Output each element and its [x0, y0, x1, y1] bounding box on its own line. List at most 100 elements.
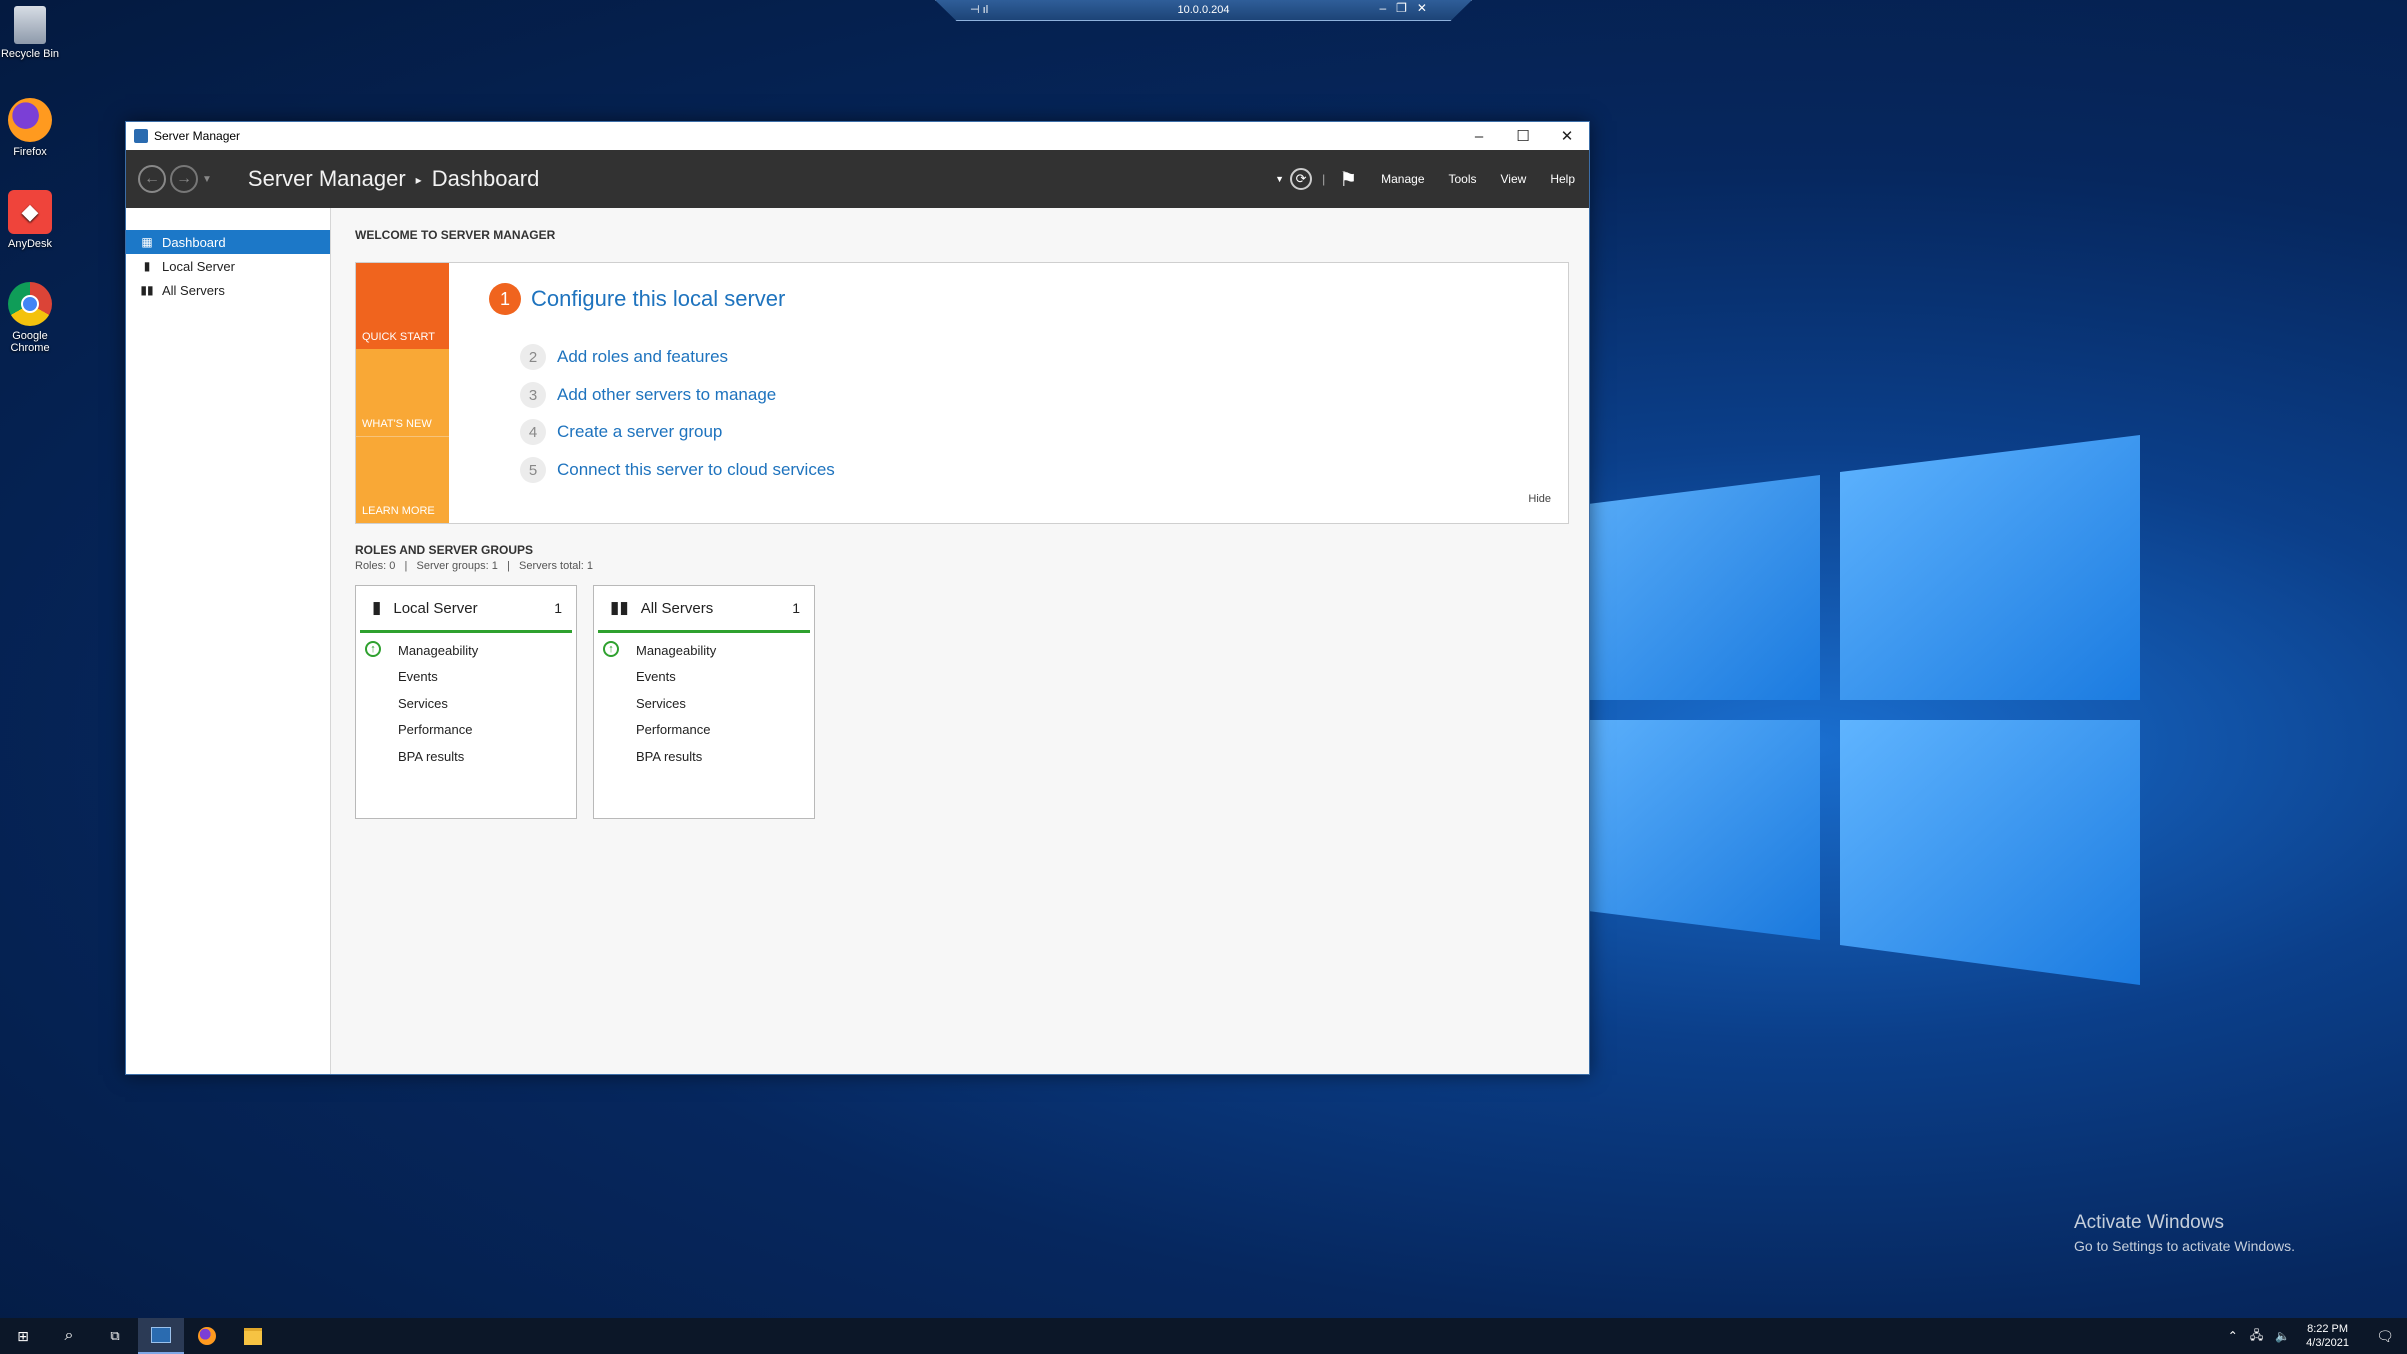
minimize-button[interactable]: –: [1457, 122, 1501, 150]
card-row-events[interactable]: Events: [594, 664, 814, 691]
card-row-label: Performance: [636, 722, 711, 738]
sidebar-item-all-servers[interactable]: ▮▮ All Servers: [126, 278, 330, 302]
watermark-line1: Activate Windows: [2074, 1212, 2224, 1233]
step-configure-local-server[interactable]: 1 Configure this local server: [489, 283, 785, 315]
menu-view[interactable]: View: [1501, 172, 1527, 186]
chevron-up-icon[interactable]: ⌃: [2228, 1329, 2238, 1343]
card-row-label: BPA results: [636, 748, 703, 764]
sidebar-item-label: All Servers: [162, 282, 225, 298]
servers-icon: ▮▮: [140, 283, 154, 297]
desktop-icon-firefox[interactable]: Firefox: [0, 98, 60, 158]
step-label[interactable]: Connect this server to cloud services: [557, 460, 835, 480]
sidebar-item-label: Dashboard: [162, 234, 226, 250]
desktop-icon-label: Firefox: [13, 146, 47, 158]
breadcrumb-separator-icon: ▸: [415, 173, 422, 188]
card-row-label: Performance: [398, 722, 473, 738]
task-view-button[interactable]: ⧉: [92, 1318, 138, 1354]
volume-muted-icon[interactable]: 🔈: [2275, 1329, 2290, 1343]
taskbar-server-manager[interactable]: [138, 1318, 184, 1354]
start-button[interactable]: ⊞: [0, 1318, 46, 1354]
step-connect-cloud[interactable]: 5 Connect this server to cloud services: [520, 457, 835, 483]
desktop-icon-recycle-bin[interactable]: Recycle Bin: [0, 6, 60, 60]
server-icon: ▮: [372, 598, 382, 617]
step-number: 4: [520, 419, 546, 445]
taskbar: ⊞ ⌕ ⧉ ⌃ 🖧 🔈 8:22 PM 4/3/2021 🗨: [0, 1318, 2407, 1354]
step-label[interactable]: Add other servers to manage: [557, 385, 776, 405]
step-add-roles[interactable]: 2 Add roles and features: [520, 344, 728, 370]
card-row-performance[interactable]: Performance: [356, 717, 576, 744]
clock-time: 8:22 PM: [2307, 1323, 2349, 1335]
back-arrow-icon[interactable]: ←: [138, 165, 166, 193]
forward-arrow-icon[interactable]: →: [170, 165, 198, 193]
notifications-flag-icon[interactable]: ⚑: [1339, 167, 1357, 192]
card-row-events[interactable]: Events: [356, 664, 576, 691]
quick-start-panel: QUICK START WHAT'S NEW LEARN MORE 1 Conf…: [355, 262, 1569, 524]
card-title: Local Server: [393, 599, 478, 617]
sidebar-item-local-server[interactable]: ▮ Local Server: [126, 254, 330, 278]
card-row-label: Events: [636, 669, 676, 685]
step-label[interactable]: Create a server group: [557, 422, 722, 442]
breadcrumb: Server Manager ▸ Dashboard: [248, 166, 539, 192]
step-add-servers[interactable]: 3 Add other servers to manage: [520, 382, 776, 408]
network-icon[interactable]: 🖧: [2250, 1326, 2263, 1347]
desktop-icon-anydesk[interactable]: ◆ AnyDesk: [0, 190, 60, 250]
step-create-server-group[interactable]: 4 Create a server group: [520, 419, 722, 445]
sidebar-item-dashboard[interactable]: ▦ Dashboard: [126, 230, 330, 254]
card-header[interactable]: ▮▮ All Servers 1: [598, 586, 810, 633]
tile-quick-start[interactable]: QUICK START: [356, 263, 449, 349]
card-header[interactable]: ▮ Local Server 1: [360, 586, 572, 633]
refresh-icon[interactable]: ⟳: [1290, 168, 1313, 190]
rdp-host-label: 10.0.0.204: [1177, 4, 1230, 16]
card-row-services[interactable]: Services: [356, 690, 576, 717]
pin-icon[interactable]: ⊣ ıl: [970, 3, 988, 16]
card-row-performance[interactable]: Performance: [594, 717, 814, 744]
window-titlebar[interactable]: Server Manager – ☐ ✕: [126, 122, 1589, 150]
card-all-servers[interactable]: ▮▮ All Servers 1 ↑ Manageability Events …: [593, 585, 815, 819]
servers-icon: ▮▮: [610, 598, 629, 617]
card-row-label: Services: [636, 695, 686, 711]
rdp-connection-bar[interactable]: ⊣ ıl 10.0.0.204 –❐✕: [935, 0, 1472, 21]
card-row-manageability[interactable]: ↑ Manageability: [594, 637, 814, 664]
clock-date: 4/3/2021: [2306, 1337, 2349, 1349]
anydesk-icon: ◆: [8, 190, 52, 234]
task-view-icon: ⧉: [110, 1328, 120, 1343]
tile-learn-more[interactable]: LEARN MORE: [356, 436, 449, 523]
refresh-dropdown-icon[interactable]: ▼: [1275, 174, 1284, 184]
card-count: 1: [792, 600, 800, 616]
hide-link[interactable]: Hide: [1528, 493, 1551, 505]
card-local-server[interactable]: ▮ Local Server 1 ↑ Manageability Events …: [355, 585, 577, 819]
step-label[interactable]: Add roles and features: [557, 347, 728, 367]
taskbar-file-explorer[interactable]: [230, 1318, 276, 1354]
card-row-manageability[interactable]: ↑ Manageability: [356, 637, 576, 664]
activate-windows-watermark: Activate Windows Go to Settings to activ…: [2074, 1212, 2295, 1254]
tile-whats-new[interactable]: WHAT'S NEW: [356, 349, 449, 436]
menu-help[interactable]: Help: [1550, 172, 1575, 186]
rdp-window-controls[interactable]: –❐✕: [1380, 1, 1438, 15]
card-row-services[interactable]: Services: [594, 690, 814, 717]
step-label[interactable]: Configure this local server: [531, 286, 785, 312]
taskbar-firefox[interactable]: [184, 1318, 230, 1354]
menu-tools[interactable]: Tools: [1449, 172, 1477, 186]
step-number: 2: [520, 344, 546, 370]
desktop-icon-label: Google Chrome: [10, 330, 50, 354]
desktop-icon-google-chrome[interactable]: Google Chrome: [0, 282, 60, 354]
close-button[interactable]: ✕: [1545, 122, 1589, 150]
card-row-label: Manageability: [636, 642, 717, 658]
firefox-icon: [198, 1327, 216, 1345]
welcome-title: WELCOME TO SERVER MANAGER: [355, 228, 556, 242]
menu-manage[interactable]: Manage: [1381, 172, 1424, 186]
breadcrumb-root[interactable]: Server Manager: [248, 166, 406, 191]
step-number: 1: [489, 283, 521, 315]
window-title: Server Manager: [154, 129, 241, 143]
card-row-bpa-results[interactable]: BPA results: [356, 743, 576, 770]
toolbar-divider: |: [1322, 172, 1326, 186]
search-button[interactable]: ⌕: [46, 1318, 92, 1354]
clock[interactable]: 8:22 PM 4/3/2021: [2306, 1322, 2349, 1350]
card-row-bpa-results[interactable]: BPA results: [594, 743, 814, 770]
server-manager-icon: [151, 1327, 171, 1343]
card-row-label: Manageability: [398, 642, 479, 658]
maximize-button[interactable]: ☐: [1501, 122, 1545, 150]
action-center-icon[interactable]: 🗨: [2363, 1328, 2407, 1345]
history-dropdown-icon[interactable]: ▼: [202, 174, 212, 185]
card-row-label: BPA results: [398, 748, 465, 764]
